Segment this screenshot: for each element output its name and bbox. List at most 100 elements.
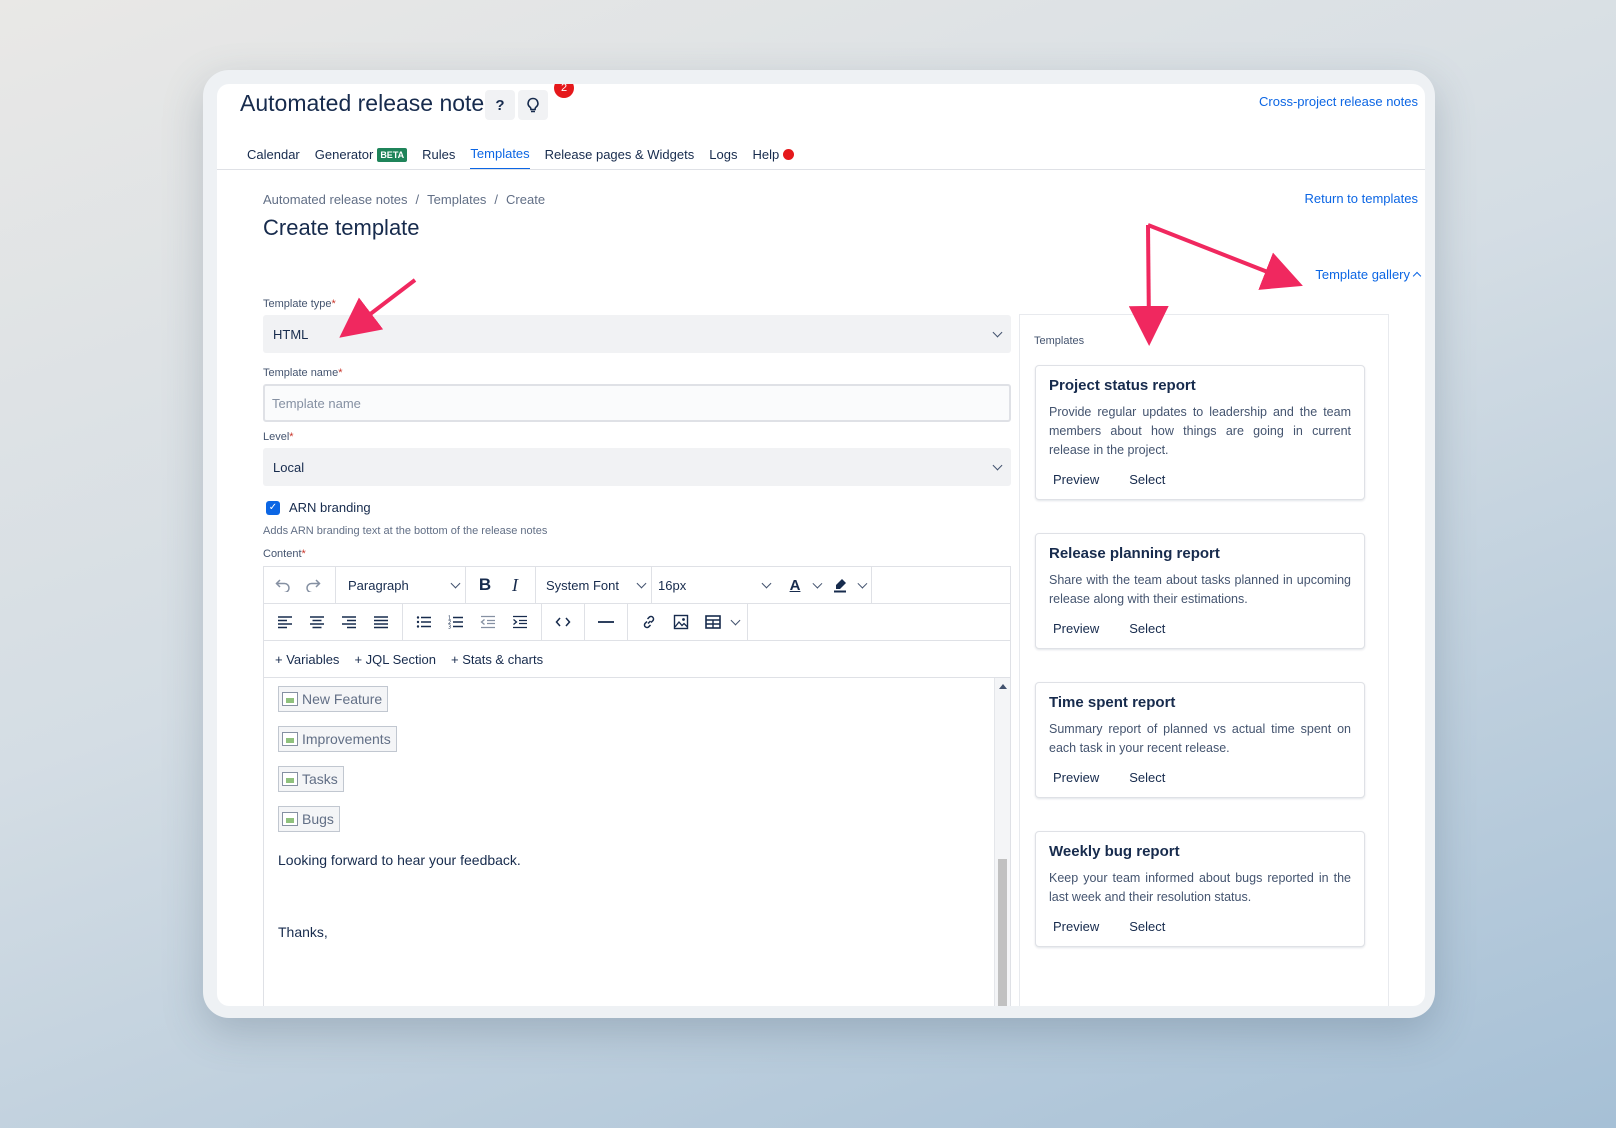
italic-icon[interactable]: I <box>502 572 528 598</box>
breadcrumb-separator: / <box>494 192 499 207</box>
template-name-input[interactable] <box>263 384 1011 422</box>
font-size-dropdown[interactable]: 16px <box>652 567 776 603</box>
help-icon[interactable]: ? <box>485 90 515 120</box>
indent-icon[interactable] <box>507 609 533 635</box>
tab-calendar[interactable]: Calendar <box>247 146 300 170</box>
editor-toolbar-row-1: Paragraph B I System Font 16px A <box>264 567 1010 604</box>
highlight-icon[interactable] <box>827 572 853 598</box>
tab-label: Templates <box>470 146 530 161</box>
tab-templates[interactable]: Templates <box>470 146 530 170</box>
divider-group <box>585 604 628 640</box>
chevron-down-icon[interactable] <box>812 578 823 588</box>
template-gallery-panel: Templates Project status report Provide … <box>1019 314 1389 1006</box>
help-alert-dot <box>783 149 795 160</box>
insert-stats-charts-button[interactable]: + Stats & charts <box>451 652 543 667</box>
tab-help[interactable]: Help <box>752 146 795 170</box>
app-title: Automated release notes <box>240 90 496 116</box>
preview-button[interactable]: Preview <box>1053 621 1099 636</box>
undo-icon[interactable] <box>270 572 296 598</box>
bullet-list-icon[interactable] <box>411 609 437 635</box>
bold-icon[interactable]: B <box>472 572 498 598</box>
editor-paragraph: Looking forward to hear your feedback. <box>278 852 521 868</box>
card-description: Keep your team informed about bugs repor… <box>1049 871 1351 904</box>
broken-image-new-feature[interactable]: New Feature <box>278 686 389 712</box>
table-icon[interactable] <box>700 609 726 635</box>
align-left-icon[interactable] <box>272 609 298 635</box>
outdent-icon[interactable] <box>475 609 501 635</box>
preview-button[interactable]: Preview <box>1053 472 1099 487</box>
alignment-group <box>264 604 403 640</box>
return-to-templates-link[interactable]: Return to templates <box>1305 191 1418 206</box>
code-icon[interactable] <box>550 609 576 635</box>
cross-project-release-notes-link[interactable]: Cross-project release notes <box>1259 94 1418 109</box>
insert-jql-section-button[interactable]: + JQL Section <box>354 652 436 667</box>
chevron-down-icon <box>450 578 461 588</box>
broken-image-improvements[interactable]: Improvements <box>278 726 397 752</box>
preview-button[interactable]: Preview <box>1053 770 1099 785</box>
insert-variables-button[interactable]: + Variables <box>275 652 339 667</box>
lightbulb-glyph <box>527 97 539 112</box>
tab-logs[interactable]: Logs <box>709 146 737 170</box>
align-right-icon[interactable] <box>336 609 362 635</box>
align-center-icon[interactable] <box>304 609 330 635</box>
template-card-release-planning: Release planning report Share with the t… <box>1035 533 1365 649</box>
breadcrumb-separator: / <box>415 192 420 207</box>
font-family-dropdown[interactable]: System Font <box>536 567 652 603</box>
editor-scrollbar[interactable] <box>994 678 1010 1006</box>
align-justify-icon[interactable] <box>368 609 394 635</box>
arn-branding-checkbox[interactable]: ✓ <box>266 500 280 515</box>
block-format-value: Paragraph <box>348 577 409 593</box>
level-select[interactable]: Local <box>263 448 1011 486</box>
horizontal-rule-icon[interactable] <box>593 609 619 635</box>
chevron-down-icon[interactable] <box>856 578 867 588</box>
page-title: Create template <box>263 215 420 240</box>
chevron-up-icon <box>1412 271 1422 281</box>
breadcrumb-templates[interactable]: Templates <box>427 192 486 207</box>
content-label: Content* <box>263 548 306 560</box>
template-type-select[interactable]: HTML <box>263 315 1011 353</box>
lightbulb-icon[interactable] <box>518 90 548 120</box>
select-button[interactable]: Select <box>1129 919 1165 934</box>
card-title: Release planning report <box>1049 545 1220 562</box>
insert-group <box>628 604 748 640</box>
list-group: 123 <box>403 604 542 640</box>
broken-image-icon <box>282 732 298 746</box>
preview-button[interactable]: Preview <box>1053 919 1099 934</box>
text-style-group: B I <box>466 567 536 603</box>
card-description: Summary report of planned vs actual time… <box>1049 722 1351 755</box>
text-color-icon[interactable]: A <box>782 572 808 598</box>
broken-image-bugs[interactable]: Bugs <box>278 806 340 832</box>
link-icon[interactable] <box>636 609 662 635</box>
tab-label: Generator <box>314 147 374 162</box>
block-format-dropdown[interactable]: Paragraph <box>336 567 466 603</box>
app-window: Automated release notes ? 2 Cross-projec… <box>217 84 1425 1006</box>
breadcrumb-root[interactable]: Automated release notes <box>263 192 408 207</box>
card-description: Share with the team about tasks planned … <box>1049 573 1351 606</box>
tabs-divider <box>217 169 1425 170</box>
numbered-list-icon[interactable]: 123 <box>443 609 469 635</box>
select-button[interactable]: Select <box>1129 621 1165 636</box>
font-family-value: System Font <box>546 577 619 593</box>
template-gallery-label: Template gallery <box>1315 267 1410 282</box>
rich-text-editor: Paragraph B I System Font 16px A 1 2 3 +… <box>263 566 1011 1006</box>
select-button[interactable]: Select <box>1129 472 1165 487</box>
tab-release-pages-widgets[interactable]: Release pages & Widgets <box>545 146 695 170</box>
select-button[interactable]: Select <box>1129 770 1165 785</box>
redo-icon[interactable] <box>300 572 326 598</box>
image-icon[interactable] <box>668 609 694 635</box>
card-actions: Preview Select <box>1049 472 1351 487</box>
scroll-thumb[interactable] <box>998 859 1007 1006</box>
template-gallery-toggle[interactable]: Template gallery <box>1315 267 1422 282</box>
tab-label: Rules <box>422 147 456 162</box>
chevron-down-icon[interactable] <box>730 615 741 625</box>
broken-image-icon <box>282 772 298 786</box>
breadcrumb-current: Create <box>506 192 546 207</box>
broken-image-tasks[interactable]: Tasks <box>278 766 344 792</box>
font-size-value: 16px <box>658 577 687 593</box>
scroll-up-arrow-icon[interactable] <box>999 684 1007 689</box>
tab-rules[interactable]: Rules <box>422 146 455 170</box>
tab-label: Release pages & Widgets <box>544 147 695 162</box>
tab-generator[interactable]: Generator BETA <box>314 146 408 170</box>
template-type-label: Template type* <box>263 298 336 310</box>
editor-content[interactable]: New Feature Improvements Tasks Bugs Look… <box>264 678 994 1006</box>
